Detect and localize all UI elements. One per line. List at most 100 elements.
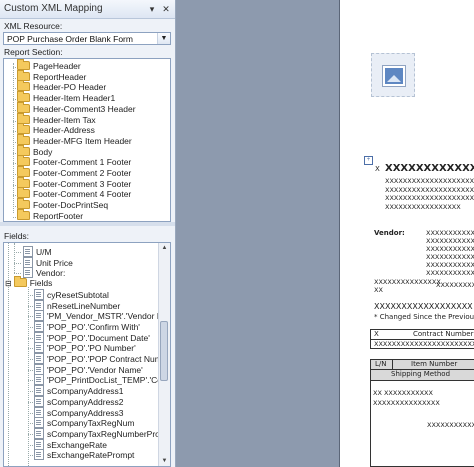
- field-item[interactable]: sCompanyTaxRegNum: [34, 417, 135, 429]
- scroll-thumb[interactable]: [160, 321, 168, 381]
- field-item[interactable]: cyResetSubtotal: [34, 288, 109, 300]
- items-table[interactable]: L/N Item Number Shipping Method XX XXXXX…: [370, 359, 474, 467]
- mid-line-1b: XX: [374, 286, 383, 294]
- chevron-down-icon[interactable]: ▼: [157, 33, 170, 44]
- field-label: sExchangeRate: [47, 439, 108, 450]
- report-section-item[interactable]: Header-MFG Item Header: [17, 133, 132, 147]
- field-icon: [23, 246, 33, 257]
- report-section-tree[interactable]: PageHeader ReportHeader Header-PO Header He…: [3, 58, 171, 222]
- report-section-label: Body: [33, 146, 53, 157]
- fields-folder[interactable]: ⊟ Fields: [5, 276, 53, 289]
- folder-icon: [17, 176, 30, 188]
- field-label: sCompanyAddress2: [47, 396, 124, 407]
- collapse-icon[interactable]: ⊟: [5, 279, 12, 288]
- field-label: 'POP_PO'.'Vendor Name': [47, 364, 143, 375]
- field-item[interactable]: Unit Price: [23, 256, 73, 268]
- report-section-item[interactable]: Footer-Comment 1 Footer: [17, 155, 132, 168]
- field-item[interactable]: sCompanyAddress1: [34, 385, 124, 397]
- field-item[interactable]: 'POP_PO'.'Vendor Name': [34, 363, 143, 375]
- report-section-item[interactable]: PageHeader: [17, 59, 81, 72]
- report-section-item[interactable]: Header-PO Header: [17, 80, 107, 93]
- field-item[interactable]: 'PM_Vendor_MSTR'.'Vendor ID': [34, 310, 167, 322]
- field-icon: [34, 449, 44, 461]
- x-line: XXXXXXXXXXXXXXXXX: [385, 202, 461, 211]
- report-section-item[interactable]: Header-Item Tax: [17, 112, 96, 126]
- items-col-ln: L/N: [375, 360, 387, 368]
- vendor-line: XXXXXXXXXXXXXXX: [426, 261, 474, 269]
- close-icon[interactable]: ✕: [160, 3, 172, 15]
- report-section-label: Header-Comment3 Header: [33, 103, 136, 114]
- x-line: XXXXXXXXXXXXXXXXXXXXX: [385, 185, 474, 194]
- field-item[interactable]: sCompanyAddress2: [34, 395, 124, 407]
- field-item[interactable]: sCompanyTaxRegNumberPrompt: [34, 427, 171, 439]
- field-label: sCompanyTaxRegNum: [47, 418, 135, 429]
- scroll-up-icon[interactable]: ▲: [159, 243, 170, 253]
- report-section-label: Header-PO Header: [33, 82, 107, 93]
- field-label: sCompanyAddress3: [47, 407, 124, 418]
- field-label: sExchangeRatePrompt: [47, 450, 135, 461]
- fields-tree[interactable]: U/M Unit Price Vendor: ⊟ Fields cyResetSubtot…: [3, 242, 171, 467]
- field-item[interactable]: sCompanyAddress3: [34, 406, 124, 418]
- folder-icon: [17, 208, 30, 220]
- field-item[interactable]: nResetLineNumber: [34, 299, 120, 311]
- report-section-label: Footer-Comment 1 Footer: [33, 157, 132, 168]
- items-col-item-number: Item Number: [411, 360, 458, 368]
- pane-splitter[interactable]: [0, 222, 175, 226]
- x-label: X: [375, 165, 380, 173]
- field-item[interactable]: 'POP_PO'.'PO Number': [34, 342, 136, 354]
- field-label: sCompanyTaxRegNumberPrompt: [47, 428, 171, 439]
- pane-title: Custom XML Mapping: [4, 3, 103, 14]
- fields-scrollbar[interactable]: ▲ ▼: [158, 243, 170, 466]
- table-move-handle-icon[interactable]: +: [364, 156, 373, 165]
- pane-options-icon[interactable]: ▾: [146, 3, 158, 15]
- folder-icon: [17, 187, 30, 199]
- folder-icon: [17, 80, 30, 92]
- report-section-label: Footer-Comment 2 Footer: [33, 168, 132, 178]
- report-section-item[interactable]: Footer-Comment 4 Footer: [17, 187, 131, 200]
- field-item[interactable]: sExchangeRatePrompt: [34, 449, 135, 461]
- field-item[interactable]: sExchangeRate: [34, 438, 108, 450]
- report-section-item[interactable]: Footer-DocPrintSeq: [17, 198, 108, 211]
- field-item[interactable]: 'POP_PrintDocList_TEMP'.'Company: [34, 374, 170, 386]
- pane-header: Custom XML Mapping ▾ ✕: [0, 0, 175, 19]
- xml-resource-select[interactable]: POP Purchase Order Blank Form ▼: [3, 32, 171, 45]
- field-label: 'POP_PrintDocList_TEMP'.'Company: [47, 375, 170, 386]
- field-item[interactable]: 'POP_PO'.'POP Contract Number': [34, 353, 170, 364]
- report-section-item[interactable]: ReportHeader: [17, 69, 86, 83]
- report-section-label: Report Section:: [4, 47, 63, 57]
- fields-folder-label: Fields: [29, 278, 53, 289]
- field-label: 'POP_PO'.'Confirm With': [47, 321, 140, 332]
- report-section-item[interactable]: Header-Comment3 Header: [17, 101, 136, 115]
- report-section-label: ReportFooter: [33, 210, 84, 221]
- image-placeholder[interactable]: [371, 53, 415, 97]
- vendor-line: XXXXXXXXXXXXXXX: [426, 253, 474, 261]
- report-section-item[interactable]: ReportFooter: [17, 208, 84, 221]
- field-label: cyResetSubtotal: [47, 289, 109, 300]
- field-item[interactable]: 'POP_PO'.'Document Date': [34, 331, 150, 343]
- document-page[interactable]: + X XXXXXXXXXXX XXXX XXXXXXXXXXXXXXXXX XXX…: [339, 0, 474, 467]
- vendor-line: XXXXXXXXXXXXXXX: [426, 229, 474, 237]
- folder-icon: [17, 59, 30, 70]
- scroll-down-icon[interactable]: ▼: [159, 456, 170, 466]
- field-label: 'POP_PO'.'Document Date': [47, 332, 150, 343]
- xml-resource-value: POP Purchase Order Blank Form: [7, 34, 133, 44]
- vendor-label: Vendor:: [374, 229, 405, 237]
- contract-col-x: X: [374, 330, 379, 338]
- folder-icon: [17, 101, 30, 113]
- report-section-item[interactable]: Footer-Comment 2 Footer: [17, 166, 132, 179]
- report-section-item[interactable]: Footer-Comment 3 Footer: [17, 176, 131, 190]
- field-item[interactable]: Vendor:: [23, 267, 65, 279]
- contract-table[interactable]: X Contract Number XXXXXXXXXXXXXXXXXXXXXX…: [370, 329, 474, 349]
- field-label: 'PM_Vendor_MSTR'.'Vendor ID': [47, 311, 167, 322]
- report-section-label: Header-MFG Item Header: [33, 135, 132, 146]
- folder-icon: [17, 166, 30, 177]
- field-icon: [34, 363, 44, 375]
- report-section-item[interactable]: Header-Item Header1: [17, 91, 115, 104]
- field-item[interactable]: 'POP_PO'.'Confirm With': [34, 320, 140, 332]
- field-icon: [34, 374, 44, 386]
- field-label: Unit Price: [36, 257, 73, 268]
- field-item[interactable]: U/M: [23, 246, 52, 257]
- field-icon: [34, 395, 44, 407]
- report-section-item[interactable]: Header-Address: [17, 123, 95, 136]
- mid-line-1c: XXXXXXXXXXXX: [436, 281, 474, 289]
